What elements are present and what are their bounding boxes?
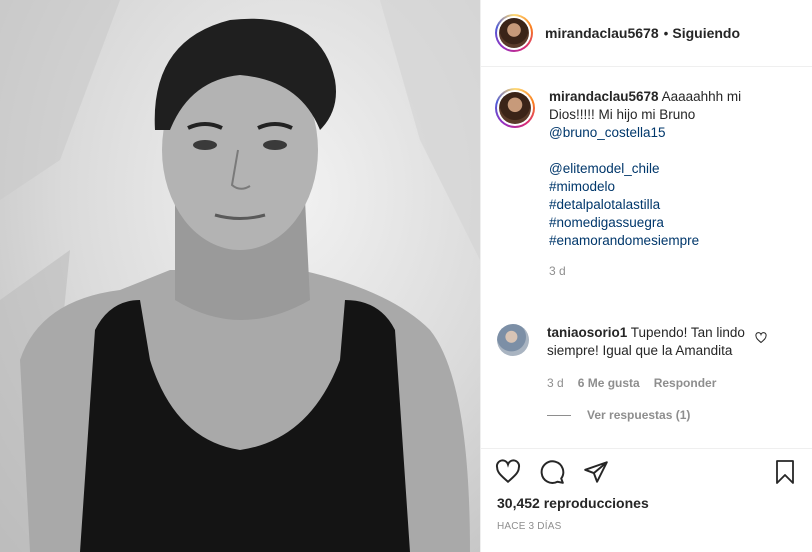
caption-username[interactable]: mirandaclau5678 (549, 89, 659, 104)
post-modal: mirandaclau5678 • Siguiendo mirandaclau5… (0, 0, 812, 552)
author-username[interactable]: mirandaclau5678 (545, 25, 659, 41)
author-avatar[interactable] (495, 14, 533, 52)
reply-button[interactable]: Responder (654, 376, 717, 390)
bookmark-icon[interactable] (773, 459, 797, 488)
caption-tag[interactable]: #nomedigassuegra (549, 214, 767, 232)
caption-tag[interactable]: @elitemodel_chile (549, 160, 767, 178)
share-icon[interactable] (583, 459, 611, 487)
view-replies-label: Ver respuestas (1) (587, 408, 691, 422)
comment-like-heart-icon[interactable] (755, 332, 767, 344)
comment-item: taniaosorio1 Tupendo! Tan lindo siempre!… (497, 324, 797, 360)
comment-icon[interactable] (539, 459, 567, 487)
commenter-username[interactable]: taniaosorio1 (547, 325, 627, 340)
comment-meta: 3 d 6 Me gusta Responder (547, 376, 716, 390)
header-separator: • (663, 25, 669, 41)
caption-avatar[interactable] (495, 88, 535, 128)
post-header: mirandaclau5678 • Siguiendo (481, 0, 812, 67)
caption-tag[interactable]: #detalpalotalastilla (549, 196, 767, 214)
comment-likes[interactable]: 6 Me gusta (578, 376, 640, 390)
comments-section: mirandaclau5678 Aaaaahhh mi Dios!!!!! Mi… (481, 68, 812, 448)
view-replies-button[interactable]: Ver respuestas (1) (547, 408, 690, 422)
post-caption: mirandaclau5678 Aaaaahhh mi Dios!!!!! Mi… (495, 88, 767, 280)
caption-tag[interactable]: #mimodelo (549, 178, 767, 196)
post-actions: 30,452 reproducciones HACE 3 DÍAS (481, 448, 812, 552)
commenter-avatar[interactable] (497, 324, 529, 356)
caption-tag[interactable]: #enamorandomesiempre (549, 232, 767, 250)
comment-time[interactable]: 3 d (547, 376, 564, 390)
caption-time[interactable]: 3 d (549, 262, 767, 280)
caption-mention[interactable]: @bruno_costella15 (549, 124, 767, 142)
follow-status-button[interactable]: Siguiendo (672, 25, 740, 41)
post-date[interactable]: HACE 3 DÍAS (497, 521, 561, 532)
post-side-panel: mirandaclau5678 • Siguiendo mirandaclau5… (480, 0, 812, 552)
portrait-illustration (0, 0, 480, 552)
view-count[interactable]: 30,452 reproducciones (497, 495, 649, 511)
heart-icon[interactable] (495, 459, 523, 487)
replies-divider (547, 414, 571, 416)
post-photo[interactable] (0, 0, 480, 552)
